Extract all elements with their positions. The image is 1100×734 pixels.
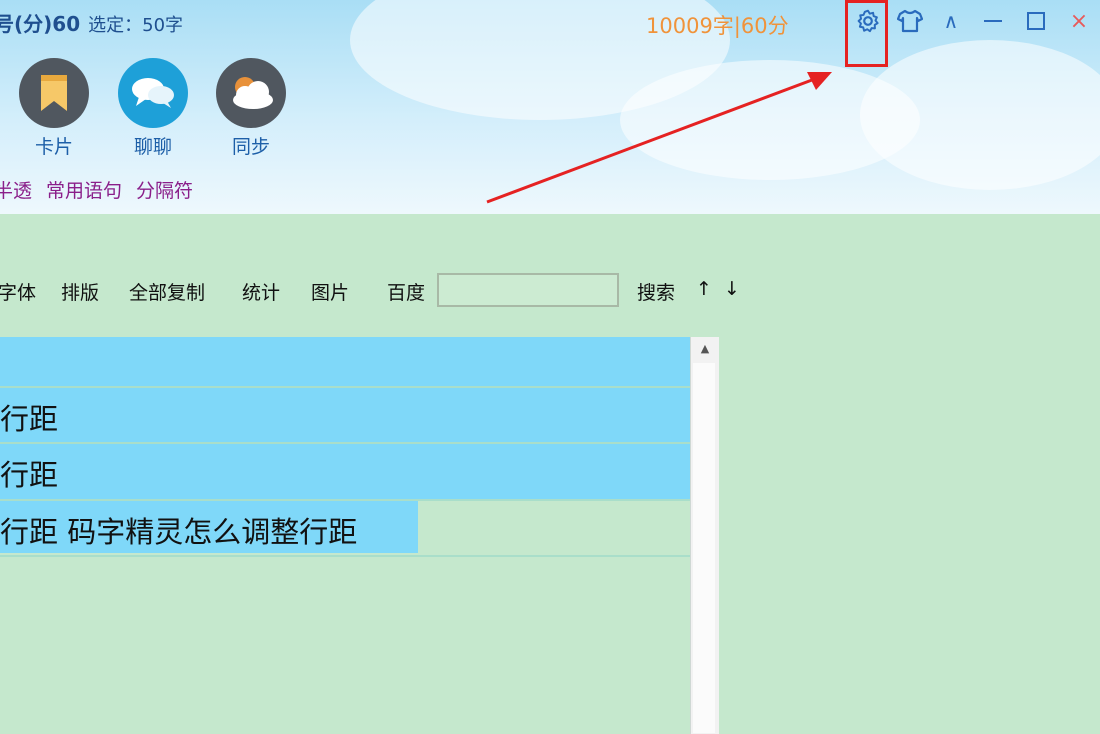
- search-down-button[interactable]: ↓: [724, 278, 740, 300]
- search-up-button[interactable]: ↑: [696, 278, 712, 300]
- line-separator: [0, 386, 690, 388]
- line-separator: [0, 442, 690, 444]
- chat-circle: [118, 58, 188, 128]
- vertical-scrollbar[interactable]: ▲: [690, 337, 719, 734]
- minimize-button[interactable]: [982, 6, 1004, 36]
- sync-circle: [216, 58, 286, 128]
- editor-line: 行距: [0, 402, 59, 436]
- maximize-icon: [1027, 12, 1045, 30]
- chat-label: 聊聊: [133, 136, 172, 158]
- copy-all-button[interactable]: 全部复制: [129, 278, 205, 305]
- editor-line: 行距 码字精灵怎么调整行距: [0, 515, 358, 549]
- sync-label: 同步: [231, 136, 270, 158]
- card-tool[interactable]: 卡片: [18, 58, 90, 159]
- score-label: 号(分)60: [0, 12, 81, 36]
- card-label: 卡片: [34, 136, 73, 158]
- line-separator: [0, 555, 690, 557]
- search-input[interactable]: [437, 273, 619, 307]
- close-button[interactable]: ×: [1068, 6, 1090, 36]
- text-editor[interactable]: 行距 行距 行距 码字精灵怎么调整行距: [0, 337, 690, 734]
- cloud-decoration: [860, 40, 1100, 190]
- stats-button[interactable]: 统计: [242, 278, 280, 305]
- maximize-button[interactable]: [1025, 6, 1047, 36]
- editor-line: 行距: [0, 458, 59, 492]
- layout-button[interactable]: 排版: [61, 278, 99, 305]
- baidu-label: 百度: [387, 282, 426, 304]
- font-button[interactable]: 字体: [0, 278, 36, 305]
- minimize-icon: [984, 20, 1002, 22]
- bookmark-icon: [41, 75, 67, 111]
- skin-button[interactable]: [896, 6, 924, 36]
- link-common-phrases[interactable]: 常用语句: [46, 180, 122, 202]
- word-count-status: 10009字|60分: [646, 14, 789, 38]
- chat-icon: [132, 78, 174, 108]
- document-title: 号(分)60 选定：50字: [0, 8, 183, 37]
- link-separator[interactable]: 分隔符: [136, 180, 193, 202]
- cloud-sun-icon: [233, 77, 273, 109]
- scroll-up-arrow-icon[interactable]: ▲: [691, 337, 719, 359]
- quick-links: 半透 常用语句 分隔符: [0, 176, 207, 203]
- scroll-thumb[interactable]: [693, 363, 715, 733]
- link-half-transparent[interactable]: 半透: [0, 180, 32, 202]
- collapse-button[interactable]: ∧: [940, 6, 962, 36]
- selection-count: 选定：50字: [88, 15, 184, 36]
- shirt-icon: [897, 9, 923, 33]
- chat-tool[interactable]: 聊聊: [117, 58, 189, 159]
- header: 号(分)60 选定：50字 10009字|60分 ∧ × 卡片 聊聊 同步 半透…: [0, 0, 1100, 214]
- line-separator: [0, 499, 690, 501]
- sync-tool[interactable]: 同步: [215, 58, 287, 159]
- annotation-highlight-box: [845, 0, 888, 67]
- image-button[interactable]: 图片: [311, 278, 349, 305]
- search-button[interactable]: 搜索: [637, 278, 675, 305]
- card-circle: [19, 58, 89, 128]
- selection-highlight: [0, 337, 690, 499]
